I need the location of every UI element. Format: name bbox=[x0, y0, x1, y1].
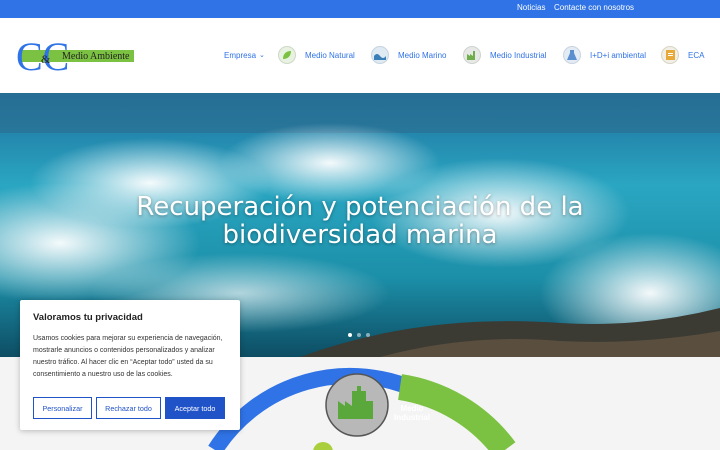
nav-item-eca[interactable]: ECA bbox=[661, 44, 704, 66]
nav-label-eca: ECA bbox=[688, 50, 705, 60]
slider-dot[interactable] bbox=[366, 333, 370, 337]
main-nav: Empresa ⌄ Medio Natural Medio Marino Med… bbox=[0, 44, 720, 66]
nav-label-empresa: Empresa bbox=[224, 50, 257, 60]
nav-item-medio-marino[interactable]: Medio Marino bbox=[371, 44, 446, 66]
nav-item-medio-natural[interactable]: Medio Natural bbox=[278, 44, 355, 66]
wave-icon bbox=[371, 46, 389, 64]
nav-label-medio-industrial: Medio Industrial bbox=[490, 50, 547, 60]
nav-item-empresa[interactable]: Empresa ⌄ bbox=[224, 44, 265, 66]
top-link-contacto[interactable]: Contacte con nosotros bbox=[554, 3, 634, 12]
nav-label-medio-natural: Medio Natural bbox=[305, 50, 355, 60]
customize-button[interactable]: Personalizar bbox=[33, 397, 92, 419]
chevron-down-icon: ⌄ bbox=[259, 52, 265, 59]
slider-dots bbox=[348, 333, 370, 337]
hero-title: Recuperación y potenciación de la biodiv… bbox=[0, 193, 720, 249]
hero-title-line-1: Recuperación y potenciación de la bbox=[136, 192, 584, 222]
hero-title-line-2: biodiversidad marina bbox=[222, 220, 498, 250]
factory-icon bbox=[463, 46, 481, 64]
flask-icon bbox=[563, 46, 581, 64]
site-header: CC & Medio Ambiente Empresa ⌄ Medio Natu… bbox=[0, 18, 720, 93]
diagram-label-line-2: Industrial bbox=[394, 413, 430, 422]
cookie-title: Valoramos tu privacidad bbox=[33, 312, 143, 323]
leaf-icon bbox=[278, 46, 296, 64]
accept-all-button[interactable]: Aceptar todo bbox=[165, 397, 225, 419]
top-link-noticias[interactable]: Noticias bbox=[517, 3, 545, 12]
nav-label-medio-marino: Medio Marino bbox=[398, 50, 447, 60]
nav-item-medio-industrial[interactable]: Medio Industrial bbox=[463, 44, 546, 66]
top-bar: Noticias Contacte con nosotros bbox=[0, 0, 720, 18]
slider-dot[interactable] bbox=[348, 333, 352, 337]
reject-all-button[interactable]: Rechazar todo bbox=[96, 397, 161, 419]
slider-dot[interactable] bbox=[357, 333, 361, 337]
cookie-body-text: Usamos cookies para mejorar su experienc… bbox=[33, 335, 223, 378]
nav-item-idi[interactable]: I+D+i ambiental bbox=[563, 44, 646, 66]
cookie-consent-dialog: Valoramos tu privacidad Usamos cookies p… bbox=[20, 300, 240, 430]
document-icon bbox=[661, 46, 679, 64]
nav-label-idi: I+D+i ambiental bbox=[590, 50, 647, 60]
cookie-buttons: Personalizar Rechazar todo Aceptar todo bbox=[33, 397, 225, 419]
diagram-label-line-1: Medio bbox=[400, 404, 423, 413]
